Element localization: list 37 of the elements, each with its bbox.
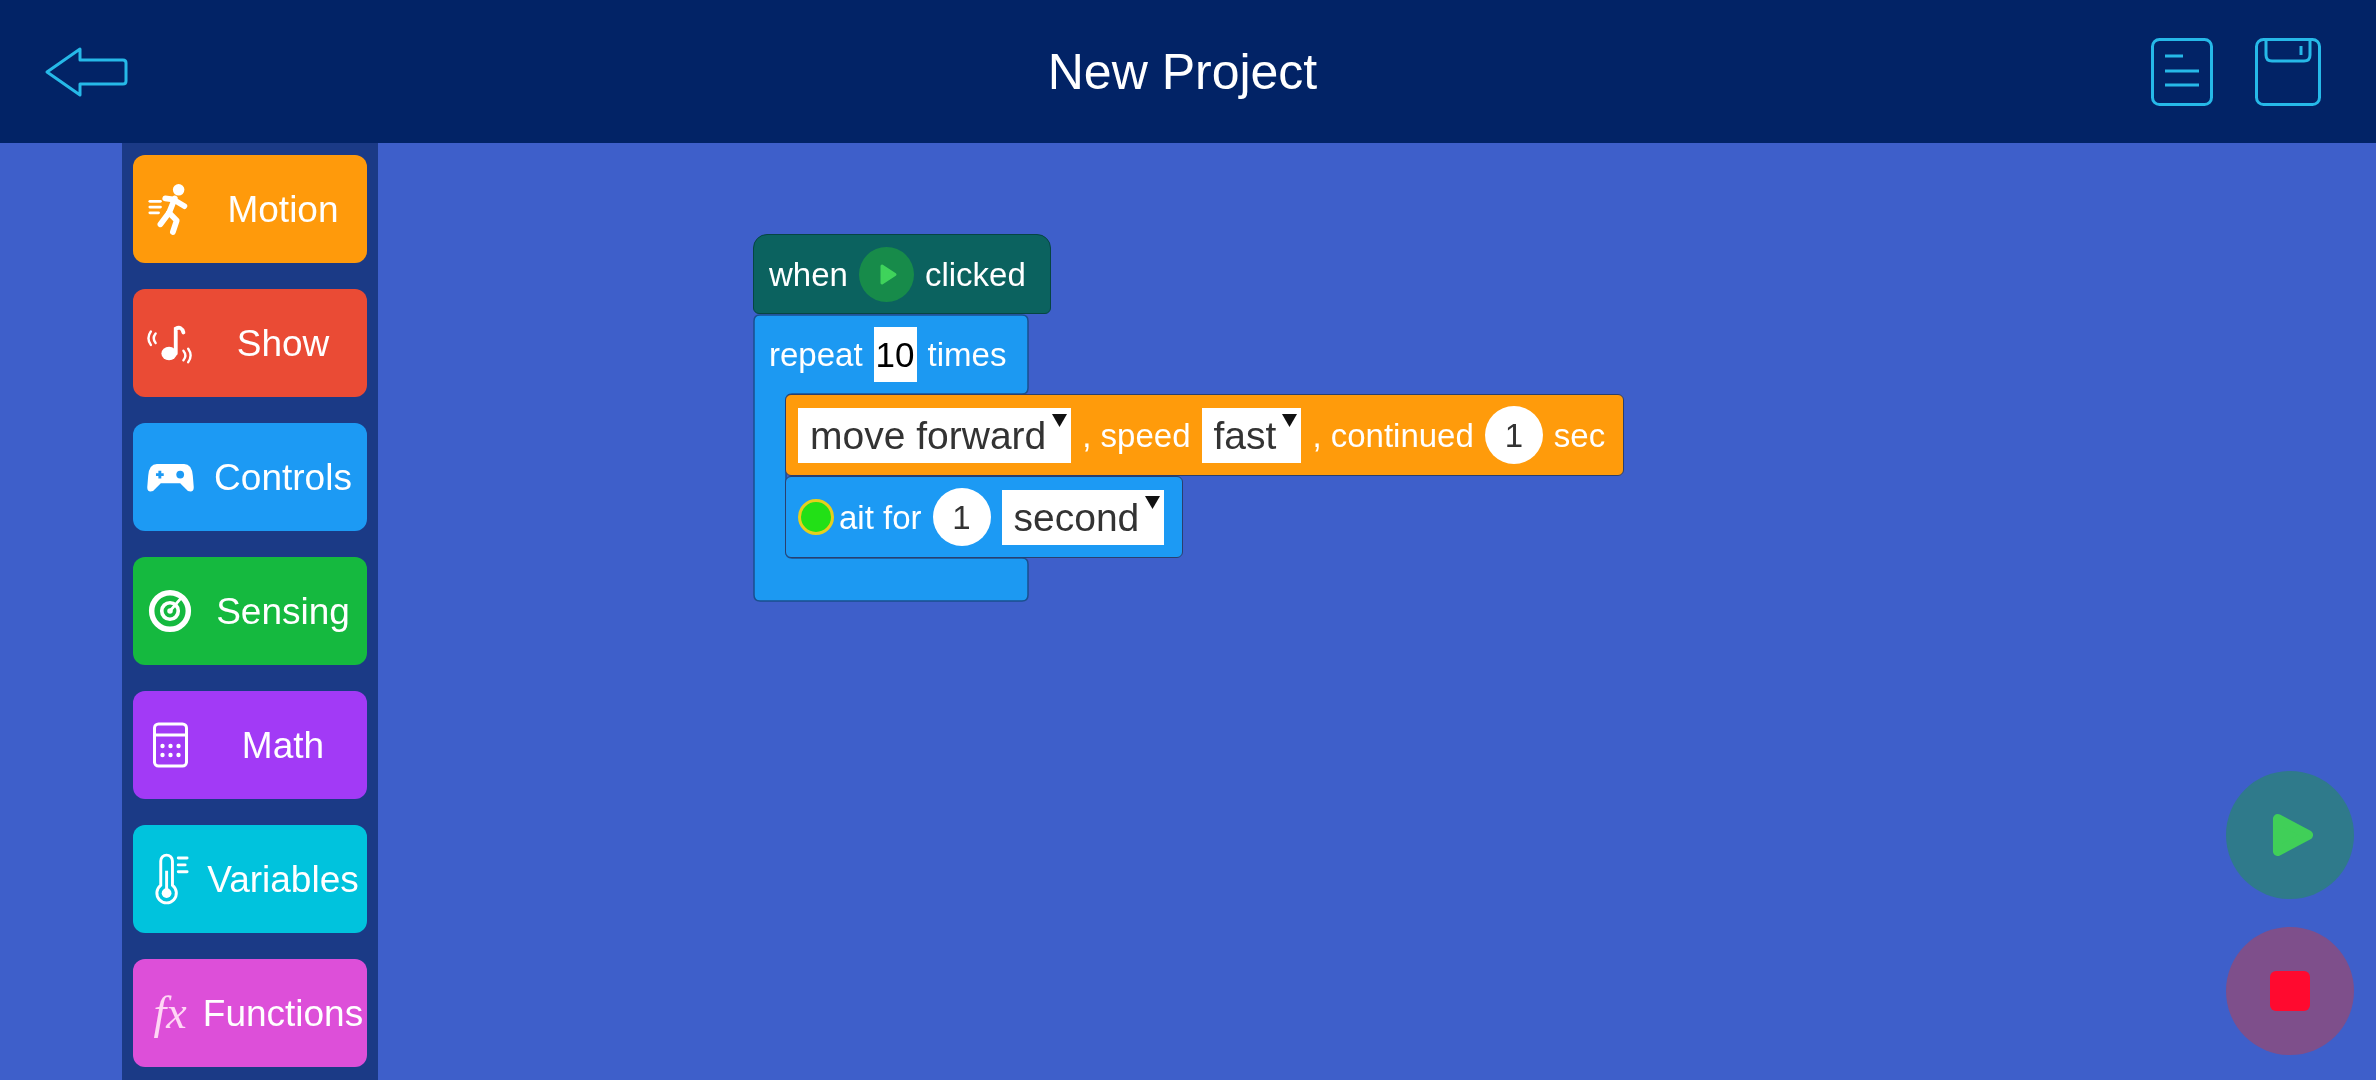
list-button[interactable] <box>2151 37 2213 106</box>
touch-indicator-icon <box>798 499 834 535</box>
block-label: times <box>927 337 1007 371</box>
stop-icon <box>2270 971 2310 1011</box>
dropdown-field[interactable]: fast <box>1201 407 1302 463</box>
caret-icon <box>1145 495 1161 509</box>
list-icon <box>2151 37 2213 106</box>
block-label: clicked <box>924 257 1026 291</box>
block-label: sec <box>1553 418 1606 452</box>
gauge-icon <box>148 589 192 633</box>
calculator-icon <box>151 722 189 768</box>
save-button[interactable] <box>2255 37 2321 106</box>
fx-icon: fx <box>153 990 187 1036</box>
code-block[interactable]: move forward , speed fast , continued 1 sec <box>785 394 1625 476</box>
save-icon <box>2255 37 2321 106</box>
event-block[interactable]: when clicked <box>753 234 1051 314</box>
block-label: , continued <box>1312 418 1474 452</box>
project-title: New Project <box>1047 46 1318 97</box>
code-block[interactable]: ait for 1 second <box>785 476 1184 558</box>
number-field[interactable]: 1 <box>932 488 991 546</box>
dropdown-field[interactable]: move forward <box>798 407 1072 463</box>
back-arrow-icon <box>44 46 128 97</box>
dropdown-field[interactable]: second <box>1001 489 1165 545</box>
block-label: ait for <box>839 500 922 534</box>
block-label: repeat <box>769 337 863 371</box>
caret-icon <box>1282 413 1298 427</box>
block-label: , speed <box>1082 418 1191 452</box>
back-button[interactable] <box>44 46 128 97</box>
gamepad-icon <box>146 461 194 493</box>
category-button[interactable]: Math <box>133 691 367 799</box>
number-field[interactable]: 1 <box>1484 406 1543 464</box>
caret-icon <box>1052 413 1068 427</box>
play-icon <box>2272 813 2314 857</box>
block-label: when <box>769 257 848 291</box>
category-button[interactable]: Show <box>133 289 367 397</box>
repeat-count-field[interactable]: 10 <box>873 326 917 382</box>
play-icon <box>858 246 914 302</box>
